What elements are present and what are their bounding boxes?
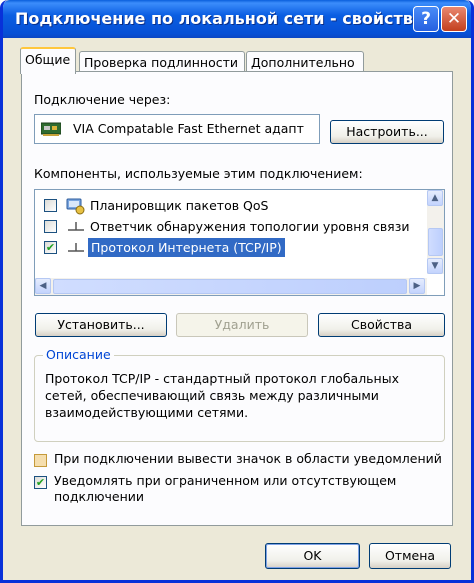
notify-label: Уведомлять при ограниченном или отсутств…: [54, 473, 397, 504]
component-checkbox[interactable]: [44, 220, 57, 233]
chevron-up-icon: ▲: [431, 193, 439, 203]
tab-advanced[interactable]: Дополнительно: [246, 51, 364, 73]
uninstall-button[interactable]: Удалить: [176, 313, 308, 337]
component-label: Ответчик обнаружения топологии уровня св…: [90, 219, 410, 234]
component-label: Планировщик пакетов QoS: [90, 198, 269, 213]
ok-button[interactable]: OK: [265, 543, 360, 569]
close-button[interactable]: ✕: [441, 6, 467, 32]
connect-using-label: Подключение через:: [34, 92, 171, 107]
close-icon: ✕: [446, 9, 462, 29]
show-icon-checkbox[interactable]: [34, 454, 47, 467]
description-text: Протокол TCP/IP - стандартный протокол г…: [45, 371, 399, 420]
tab-general[interactable]: Общие: [20, 47, 76, 74]
scroll-up-button[interactable]: ▲: [427, 190, 443, 206]
protocol-icon: [68, 243, 84, 252]
component-label: Протокол Интернета (TCP/IP): [88, 238, 285, 257]
title-bar[interactable]: Подключение по локальной сети - свойства…: [3, 0, 471, 38]
properties-button[interactable]: Свойства: [318, 313, 445, 337]
component-checkbox[interactable]: [44, 199, 57, 212]
component-checkbox[interactable]: ✔: [44, 241, 57, 254]
configure-button[interactable]: Настроить...: [330, 120, 444, 144]
network-adapter-icon: [41, 122, 61, 136]
chevron-right-icon: ▶: [413, 281, 421, 291]
horizontal-scrollbar[interactable]: ◀ ▶: [35, 278, 427, 295]
notify-checkbox[interactable]: ✔: [34, 476, 47, 489]
scroll-down-button[interactable]: ▼: [427, 258, 443, 274]
install-button[interactable]: Установить...: [35, 313, 167, 337]
vertical-scrollbar[interactable]: ▲ ▼: [427, 190, 444, 274]
scroll-right-button[interactable]: ▶: [409, 278, 425, 294]
adapter-name: VIA Compatable Fast Ethernet адапт: [73, 121, 304, 136]
scroll-left-button[interactable]: ◀: [35, 278, 51, 294]
qos-icon: [66, 198, 85, 215]
list-item[interactable]: ✔ Протокол Интернета (TCP/IP): [35, 238, 427, 258]
properties-dialog: Подключение по локальной сети - свойства…: [0, 0, 474, 583]
tab-authentication[interactable]: Проверка подлинности: [79, 51, 245, 73]
list-item[interactable]: Планировщик пакетов QoS: [35, 196, 427, 216]
show-icon-label: При подключении вывести значок в области…: [54, 451, 442, 466]
scroll-thumb[interactable]: [428, 228, 443, 256]
help-button[interactable]: ?: [413, 6, 439, 32]
protocol-icon: [68, 222, 84, 231]
description-legend: Описание: [43, 347, 114, 362]
window-title: Подключение по локальной сети - свойства: [15, 9, 424, 28]
list-item[interactable]: Ответчик обнаружения топологии уровня св…: [35, 217, 427, 237]
adapter-field: VIA Compatable Fast Ethernet адапт: [34, 114, 320, 144]
chevron-down-icon: ▼: [431, 261, 439, 271]
chevron-left-icon: ◀: [39, 281, 47, 291]
description-group: Описание Протокол TCP/IP - стандартный п…: [34, 347, 445, 442]
components-list[interactable]: Планировщик пакетов QoS Ответчик обнаруж…: [34, 189, 445, 296]
scroll-thumb-horizontal[interactable]: [53, 279, 407, 294]
cancel-button[interactable]: Отмена: [369, 543, 451, 569]
components-label: Компоненты, используемые этим подключени…: [34, 166, 363, 181]
